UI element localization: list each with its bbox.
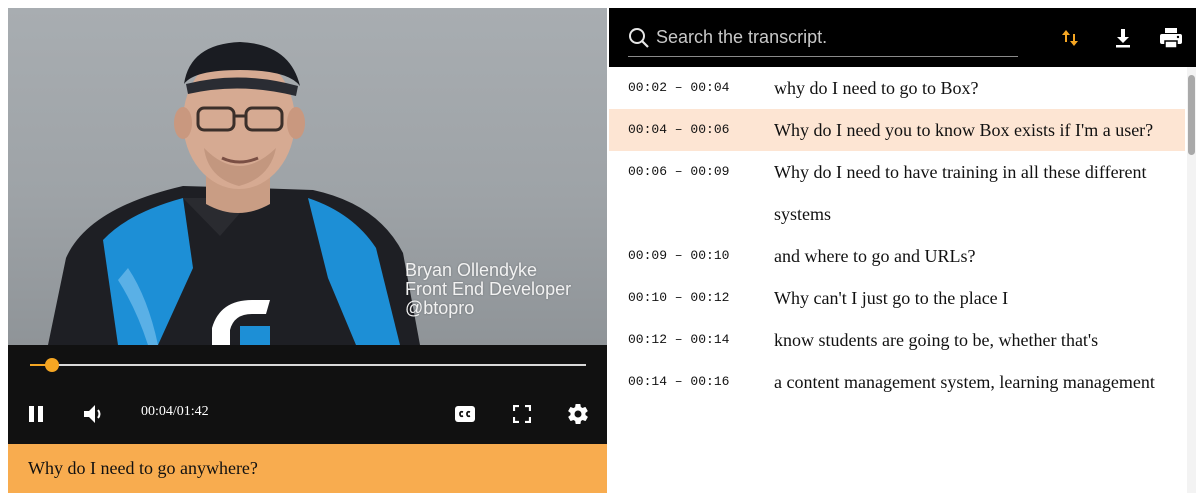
transcript-cue[interactable]: 00:12 – 00:14 know students are going to … [609,319,1187,361]
cue-text: know students are going to be, whether t… [774,330,1099,350]
player-controls: 00:04/01:42 [8,345,607,444]
video-player: Bryan Ollendyke Front End Developer @bto… [8,8,607,493]
speaker-handle: @btopro [405,298,475,318]
cue-timestamp: 00:14 – 00:16 [628,374,730,389]
scrollbar-thumb[interactable] [1188,75,1195,155]
transcript-cue[interactable]: 00:09 – 00:10 and where to go and URLs? [609,235,1187,277]
cue-text: Why can't I just go to the place I [774,288,1009,308]
cue-text: and where to go and URLs? [774,246,976,266]
speaker-lower-third: Bryan Ollendyke Front End Developer @bto… [405,261,605,318]
volume-icon [84,405,101,423]
cue-timestamp: 00:09 – 00:10 [628,248,730,263]
download-button[interactable] [1109,24,1137,52]
sort-arrows-icon [1062,30,1078,46]
search-icon [628,25,654,51]
progress-thumb[interactable] [45,358,60,372]
cue-timestamp: 00:02 – 00:04 [628,80,730,95]
caption-bar: Why do I need to go anywhere? [8,444,607,493]
gear-icon [568,403,588,425]
search-input[interactable] [656,27,1006,48]
print-icon [1160,28,1182,49]
cue-text: a content management system, learning ma… [774,372,1155,392]
transcript-cue[interactable]: 00:04 – 00:06 Why do I need you to know B… [609,109,1185,151]
volume-button[interactable] [80,401,108,427]
transcript-list: 00:02 – 00:04 why do I need to go to Box?… [609,67,1187,493]
fullscreen-button[interactable] [508,401,536,427]
progress-slider[interactable] [30,358,586,372]
transcript-cue[interactable]: 00:14 – 00:16 a content management system… [609,361,1187,403]
cue-timestamp: 00:12 – 00:14 [628,332,730,347]
transcript-cue[interactable]: 00:10 – 00:12 Why can't I just go to the … [609,277,1187,319]
cue-timestamp: 00:04 – 00:06 [628,122,730,137]
transcript-cue[interactable]: 00:06 – 00:09 Why do I need to have train… [609,151,1187,235]
cue-text: Why do I need to have training in all th… [774,162,1147,224]
cue-timestamp: 00:10 – 00:12 [628,290,730,305]
download-icon [1116,29,1130,48]
transcript-cue[interactable]: 00:02 – 00:04 why do I need to go to Box? [609,67,1187,109]
transcript-search [628,19,1018,57]
fullscreen-icon [513,405,531,423]
print-button[interactable] [1157,24,1185,52]
video-frame[interactable]: Bryan Ollendyke Front End Developer @bto… [8,8,607,345]
cue-text: why do I need to go to Box? [774,78,979,98]
play-pause-button[interactable] [22,401,50,427]
transcript-header [609,8,1196,67]
cue-text: Why do I need you to know Box exists if … [774,120,1154,140]
transcript-panel: 00:02 – 00:04 why do I need to go to Box?… [609,8,1196,493]
speaker-role: Front End Developer [405,279,572,299]
settings-button[interactable] [564,401,592,427]
caption-text: Why do I need to go anywhere? [28,458,258,478]
cue-timestamp: 00:06 – 00:09 [628,164,730,179]
transcript-scrollbar[interactable] [1187,67,1196,493]
closed-captions-icon [455,406,475,422]
sort-button[interactable] [1056,24,1084,52]
playback-time: 00:04/01:42 [141,404,209,419]
speaker-name: Bryan Ollendyke [405,260,538,280]
pause-icon [29,406,43,422]
closed-captions-button[interactable] [451,401,479,427]
